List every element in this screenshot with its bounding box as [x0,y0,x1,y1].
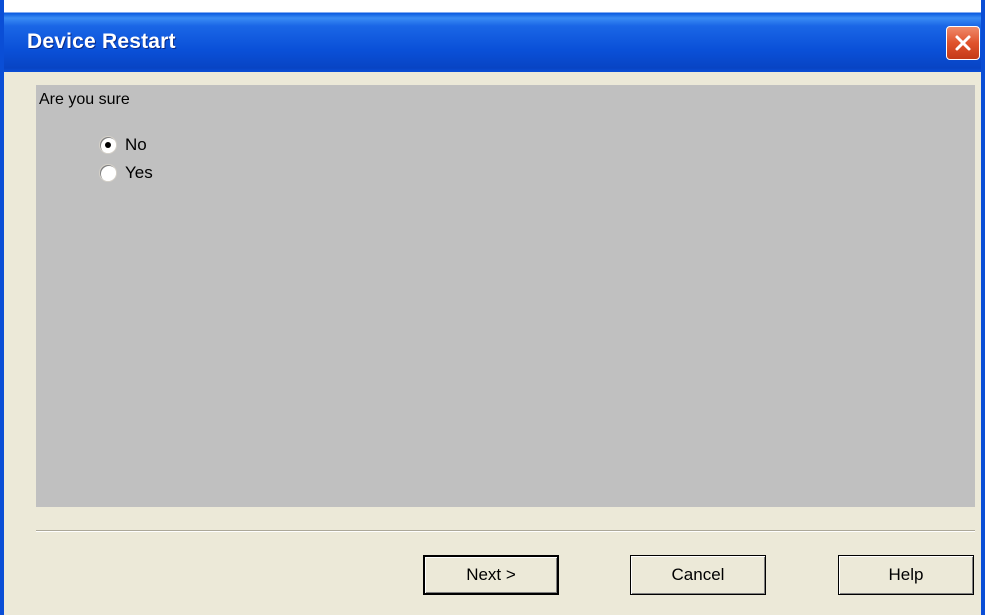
radio-label-no: No [125,135,147,154]
button-separator [36,530,975,532]
radio-option-yes[interactable]: Yes [100,163,153,183]
cancel-button[interactable]: Cancel [630,555,766,595]
next-button[interactable]: Next > [423,555,559,595]
radio-option-no[interactable]: No [100,135,147,155]
window-title: Device Restart [27,30,176,53]
question-label: Are you sure [39,91,130,108]
content-panel: Are you sure No Yes [36,85,975,507]
radio-selected-dot [105,142,111,148]
radio-button-yes[interactable] [100,165,116,181]
help-button[interactable]: Help [838,555,974,595]
close-icon [954,34,972,52]
title-bar[interactable]: Device Restart [4,0,981,72]
radio-button-no[interactable] [100,137,116,153]
dialog-window: Device Restart Are you sure No Yes Next … [0,0,985,615]
radio-label-yes: Yes [125,163,153,182]
close-button[interactable] [946,26,980,60]
